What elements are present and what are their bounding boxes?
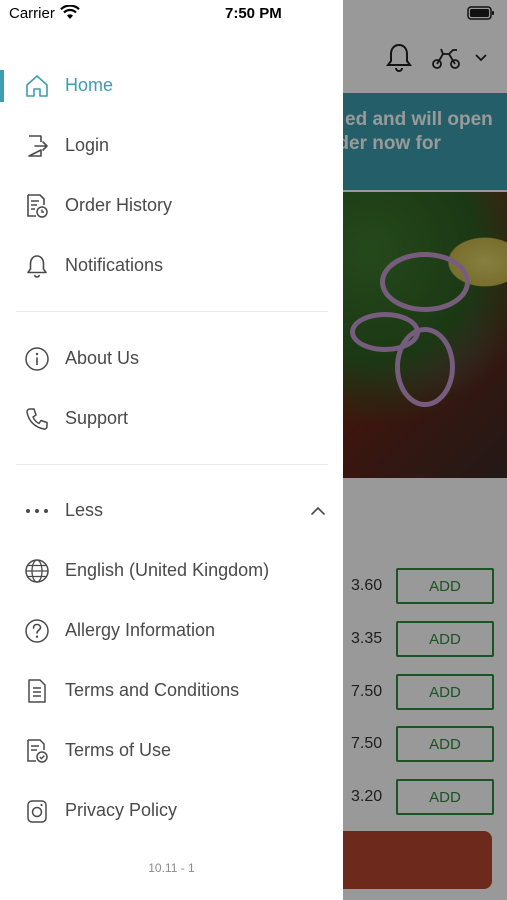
menu-item-about-us[interactable]: About Us <box>0 334 343 384</box>
globe-icon <box>24 558 50 584</box>
menu-item-terms-and-conditions[interactable]: Terms and Conditions <box>0 666 343 716</box>
status-bar: Carrier 7:50 PM <box>0 0 343 28</box>
chevron-up-icon <box>310 504 326 518</box>
menu-label: Terms and Conditions <box>65 680 240 700</box>
home-icon <box>24 73 50 99</box>
menu-label: Home <box>65 75 114 95</box>
wifi-icon <box>60 5 80 20</box>
menu-item-login[interactable]: Login <box>0 121 343 171</box>
clock: 7:50 PM <box>225 5 282 22</box>
menu-item-home[interactable]: Home <box>0 61 343 111</box>
more-dots-icon <box>24 498 50 524</box>
menu-label: Less <box>65 500 104 520</box>
carrier-label: Carrier <box>9 5 55 22</box>
document-check-icon <box>24 738 50 764</box>
menu-label: Terms of Use <box>65 740 172 760</box>
menu-item-terms-of-use[interactable]: Terms of Use <box>0 726 343 776</box>
menu-item-allergy-information[interactable]: Allergy Information <box>0 606 343 656</box>
menu-item-support[interactable]: Support <box>0 394 343 444</box>
menu-label: Privacy Policy <box>65 800 178 820</box>
menu-item-less-toggle[interactable]: Less <box>0 486 343 536</box>
menu-label: Allergy Information <box>65 620 216 640</box>
bell-icon <box>24 253 50 279</box>
menu-item-privacy-policy[interactable]: Privacy Policy <box>0 786 343 836</box>
menu-item-language[interactable]: English (United Kingdom) <box>0 546 343 596</box>
privacy-icon <box>24 798 50 824</box>
login-icon <box>24 133 50 159</box>
order-history-icon <box>24 193 50 219</box>
divider <box>16 311 328 312</box>
menu-label: Support <box>65 408 129 428</box>
battery-icon <box>467 6 495 20</box>
menu-label: Order History <box>65 195 173 215</box>
question-circle-icon <box>24 618 50 644</box>
document-icon <box>24 678 50 704</box>
navigation-drawer: Carrier 7:50 PM Home Login Order History… <box>0 0 343 900</box>
info-icon <box>24 346 50 372</box>
menu-label: Notifications <box>65 255 164 275</box>
menu-label: Login <box>65 135 110 155</box>
app-version: 10.11 - 1 <box>148 861 195 875</box>
menu-label: About Us <box>65 348 140 368</box>
menu-item-order-history[interactable]: Order History <box>0 181 343 231</box>
menu-item-notifications[interactable]: Notifications <box>0 241 343 291</box>
divider <box>16 464 328 465</box>
phone-icon <box>24 406 50 432</box>
menu-label: English (United Kingdom) <box>65 560 270 580</box>
